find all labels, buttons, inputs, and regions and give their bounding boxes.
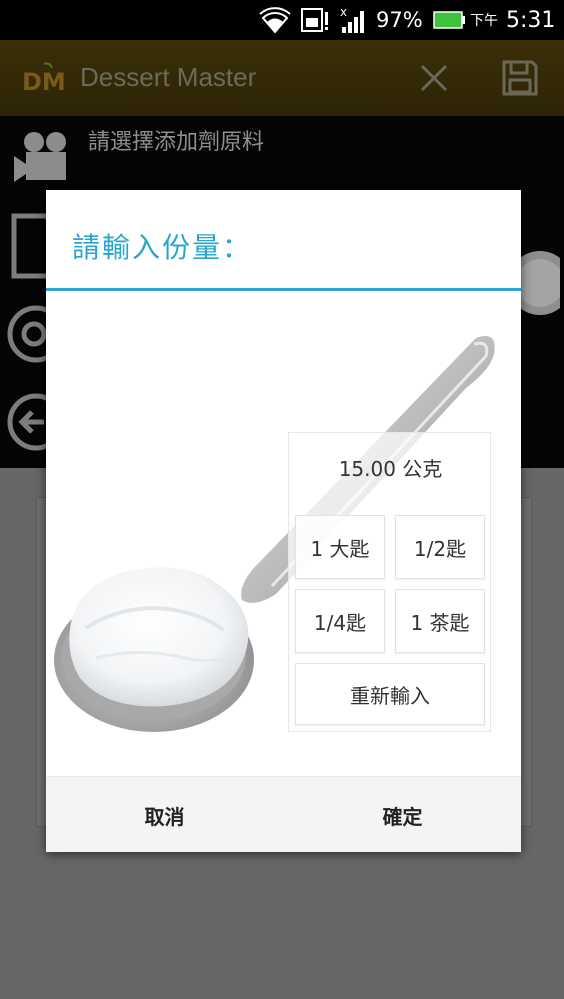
battery-percent: 97% <box>376 8 423 32</box>
teaspoon-button[interactable]: 1 茶匙 <box>395 589 485 653</box>
app-logo: DM <box>22 62 66 96</box>
save-icon[interactable] <box>500 58 540 98</box>
status-bar: x 97% 下午 5:31 <box>0 0 564 40</box>
dialog-footer: 取消 確定 <box>46 776 521 852</box>
quantity-panel: 15.00 公克 1 大匙 1/2匙 1/4匙 1 茶匙 重新輸入 <box>288 432 491 732</box>
battery-icon <box>432 0 466 40</box>
video-camera-icon <box>12 128 76 184</box>
quarter-spoon-button[interactable]: 1/4匙 <box>295 589 385 653</box>
app-title: Dessert Master <box>80 62 257 92</box>
svg-text:x: x <box>340 5 347 19</box>
status-ampm: 下午 <box>470 13 498 29</box>
cancel-button[interactable]: 取消 <box>46 777 283 853</box>
wifi-icon <box>258 0 294 40</box>
background-heading: 請選擇添加劑原料 <box>88 130 265 155</box>
amount-dialog: 請輸入份量： 15.00 公克 1 大匙 1/2匙 1/4匙 1 茶匙 重新輸入… <box>46 190 521 852</box>
dialog-title: 請輸入份量： <box>72 231 253 264</box>
ok-button[interactable]: 確定 <box>284 777 521 853</box>
amount-display: 15.00 公克 <box>338 457 443 481</box>
dialog-body: 15.00 公克 1 大匙 1/2匙 1/4匙 1 茶匙 重新輸入 <box>46 308 521 776</box>
dialog-divider <box>46 288 521 291</box>
status-time: 5:31 <box>506 7 556 33</box>
reset-button[interactable]: 重新輸入 <box>295 663 485 725</box>
half-spoon-button[interactable]: 1/2匙 <box>395 515 485 579</box>
tablespoon-button[interactable]: 1 大匙 <box>295 515 385 579</box>
close-icon[interactable] <box>416 60 452 96</box>
svg-text:DM: DM <box>22 68 66 96</box>
action-bar: DM Dessert Master <box>0 40 564 116</box>
signal-icon: x <box>338 0 372 40</box>
sim-icon <box>300 0 332 40</box>
